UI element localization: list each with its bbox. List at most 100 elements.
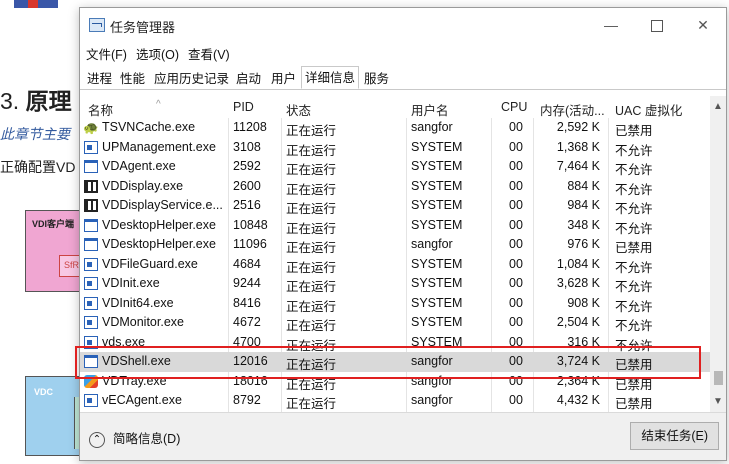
maximize-icon xyxy=(651,20,663,33)
memory-cell: 908 K xyxy=(567,295,600,310)
uac-virtualization-cell: 已禁用 xyxy=(615,124,653,138)
menu-file[interactable]: 文件(F) xyxy=(86,48,127,62)
uac-virtualization-cell: 不允许 xyxy=(615,182,653,197)
minimize-button[interactable]: — xyxy=(588,8,634,42)
memory-cell: 2,592 K xyxy=(556,120,600,134)
username-cell: sangfor xyxy=(411,354,453,368)
tray-icon xyxy=(84,374,98,388)
cpu-cell: 00 xyxy=(509,139,523,154)
uac-virtualization-cell: 已禁用 xyxy=(615,397,653,411)
col-cpu[interactable]: CPU xyxy=(501,100,527,114)
table-row[interactable]: VDAgent.exe 2592 正在运行 SYSTEM 00 7,464 K 不允许 xyxy=(80,157,710,177)
pid-cell: 12016 xyxy=(233,354,268,368)
tab-app-history[interactable]: 应用历史记录 xyxy=(151,69,232,89)
username-cell: SYSTEM xyxy=(411,256,463,271)
table-row[interactable]: VDFileGuard.exe 4684 正在运行 SYSTEM 00 1,084 K 不允… xyxy=(80,255,710,275)
col-username[interactable]: 用户名 xyxy=(411,100,449,119)
cpu-cell: 00 xyxy=(509,198,523,212)
window-icon xyxy=(84,160,98,173)
col-uac[interactable]: UAC 虚拟化 xyxy=(615,100,682,119)
status-cell: 正在运行 xyxy=(286,299,337,314)
pid-cell: 10848 xyxy=(233,217,268,232)
cpu-cell: 00 xyxy=(509,315,523,329)
memory-cell: 3,628 K xyxy=(556,276,600,290)
status-cell: 正在运行 xyxy=(286,319,337,333)
tab-users[interactable]: 用户 xyxy=(268,69,299,89)
username-cell: sangfor xyxy=(411,393,453,407)
grid-icon xyxy=(84,199,98,212)
fewer-details-button[interactable]: ⌃ 简略信息(D) xyxy=(89,428,180,448)
cpu-cell: 00 xyxy=(509,393,523,407)
status-cell: 正在运行 xyxy=(286,397,337,411)
table-row[interactable]: VDesktopHelper.exe 10848 正在运行 SYSTEM 00 348 K… xyxy=(80,216,710,236)
process-name-cell: VDFileGuard.exe xyxy=(102,256,198,271)
table-row[interactable]: VDMonitor.exe 4672 正在运行 SYSTEM 00 2,504 K 不允许 xyxy=(80,313,710,333)
table-row-selected[interactable]: VDShell.exe 12016 正在运行 sangfor 00 3,724 K 已禁用 xyxy=(80,352,710,372)
window-icon xyxy=(84,238,98,251)
status-cell: 正在运行 xyxy=(286,241,337,255)
table-row[interactable]: VDDisplay.exe 2600 正在运行 SYSTEM 00 884 K 不允许 xyxy=(80,177,710,197)
memory-cell: 2,504 K xyxy=(556,315,600,329)
col-name[interactable]: 名称 ^ xyxy=(88,99,161,119)
memory-cell: 1,368 K xyxy=(556,139,600,154)
app-icon xyxy=(84,277,98,290)
table-row[interactable]: VDTray.exe 18016 正在运行 sangfor 00 2,364 K 已禁用 xyxy=(80,372,710,392)
menu-options[interactable]: 选项(O) xyxy=(136,48,179,62)
cpu-cell: 00 xyxy=(509,354,523,368)
status-cell: 正在运行 xyxy=(286,163,337,177)
username-cell: SYSTEM xyxy=(411,295,463,310)
title-bar[interactable]: 任务管理器 — ✕ xyxy=(80,8,726,42)
pid-cell: 4684 xyxy=(233,256,261,271)
end-task-button[interactable]: 结束任务(E) xyxy=(630,422,719,450)
username-cell: sangfor xyxy=(411,120,453,134)
process-table: 名称 ^ PID 状态 用户名 CPU 内存(活动... UAC 虚拟化 🐢 TSV… xyxy=(80,96,710,412)
uac-virtualization-cell: 不允许 xyxy=(615,280,653,294)
process-name-cell: TSVNCache.exe xyxy=(102,120,196,134)
table-row[interactable]: vECAgent.exe 8792 正在运行 sangfor 00 4,432 K 已禁用 xyxy=(80,391,710,411)
memory-cell: 984 K xyxy=(567,198,600,212)
username-cell: SYSTEM xyxy=(411,139,463,154)
menu-view[interactable]: 查看(V) xyxy=(188,48,230,62)
tab-services[interactable]: 服务 xyxy=(361,69,392,89)
pid-cell: 18016 xyxy=(233,373,268,388)
vertical-scrollbar[interactable]: ▲ ▼ xyxy=(710,96,726,412)
table-row[interactable]: UPManagement.exe 3108 正在运行 SYSTEM 00 1,368 K 不… xyxy=(80,138,710,158)
table-row[interactable]: VDInit.exe 9244 正在运行 SYSTEM 00 3,628 K 不允许 xyxy=(80,274,710,294)
table-row[interactable]: vds.exe 4700 正在运行 SYSTEM 00 316 K 不允许 xyxy=(80,333,710,353)
col-status[interactable]: 状态 xyxy=(286,100,311,119)
window-icon xyxy=(84,218,98,232)
process-name-cell: UPManagement.exe xyxy=(102,139,216,154)
uac-virtualization-cell: 不允许 xyxy=(615,143,653,158)
username-cell: SYSTEM xyxy=(411,178,463,193)
tab-performance[interactable]: 性能 xyxy=(117,69,148,89)
uac-virtualization-cell: 不允许 xyxy=(615,338,653,353)
table-row[interactable]: 🐢 TSVNCache.exe 11208 正在运行 sangfor 00 2,592 K 已… xyxy=(80,118,710,138)
status-cell: 正在运行 xyxy=(286,377,337,392)
window-title: 任务管理器 xyxy=(110,20,176,35)
status-cell: 正在运行 xyxy=(286,143,337,158)
tab-processes[interactable]: 进程 xyxy=(84,69,115,89)
cpu-cell: 00 xyxy=(509,178,523,193)
table-row[interactable]: VDInit64.exe 8416 正在运行 SYSTEM 00 908 K 不允许 xyxy=(80,294,710,314)
scrollbar-thumb[interactable] xyxy=(714,371,723,385)
pid-cell: 11096 xyxy=(233,237,267,251)
col-pid[interactable]: PID xyxy=(233,100,254,114)
memory-cell: 3,724 K xyxy=(556,354,600,368)
app-icon xyxy=(84,140,98,154)
maximize-button[interactable] xyxy=(634,8,680,42)
username-cell: sangfor xyxy=(411,373,453,388)
status-cell: 正在运行 xyxy=(286,182,337,197)
close-button[interactable]: ✕ xyxy=(680,8,726,42)
process-name-cell: VDesktopHelper.exe xyxy=(102,237,216,251)
tab-startup[interactable]: 启动 xyxy=(233,69,264,89)
table-row[interactable]: VDesktopHelper.exe 11096 正在运行 sangfor 00 976 … xyxy=(80,235,710,255)
table-row[interactable]: VDDisplayService.e... 2516 正在运行 SYSTEM 00 984… xyxy=(80,196,710,216)
scroll-up-icon[interactable]: ▲ xyxy=(710,101,726,112)
doc-line-1: 此章节主要 xyxy=(0,126,70,142)
username-cell: SYSTEM xyxy=(411,315,463,329)
tab-details[interactable]: 详细信息 xyxy=(301,66,360,89)
scroll-down-icon[interactable]: ▼ xyxy=(710,396,726,407)
app-icon xyxy=(84,335,98,349)
tsvn-icon: 🐢 xyxy=(83,121,99,135)
col-memory[interactable]: 内存(活动... xyxy=(540,100,605,119)
